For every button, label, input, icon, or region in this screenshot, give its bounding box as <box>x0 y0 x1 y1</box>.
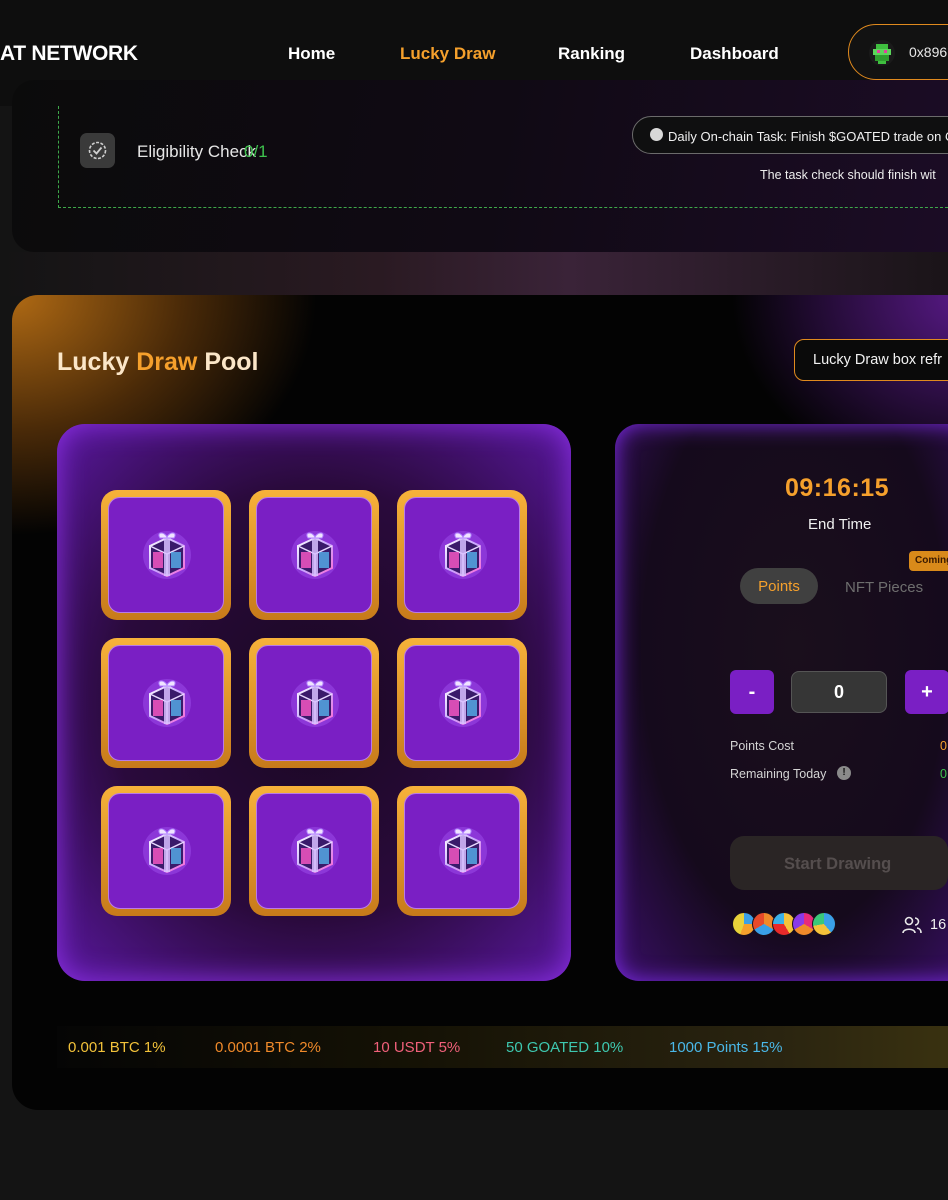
gift-tile[interactable] <box>101 638 231 768</box>
end-time-label: End Time <box>808 516 872 533</box>
prize-strip <box>57 1026 948 1068</box>
countdown-timer: 09:16:15 <box>785 474 890 502</box>
coming-soon-badge: Coming <box>909 551 948 571</box>
gift-tile-inner <box>404 793 520 909</box>
increment-button[interactable]: + <box>905 670 948 714</box>
draw-panel <box>615 424 948 981</box>
decrement-button[interactable]: - <box>730 670 774 714</box>
gift-box-icon <box>291 827 339 875</box>
gift-tile[interactable] <box>249 786 379 916</box>
brand-logo-text[interactable]: AT NETWORK <box>0 42 138 66</box>
gift-tile-inner <box>256 497 372 613</box>
gift-tile-inner <box>256 645 372 761</box>
gift-box-icon <box>439 827 487 875</box>
gift-tile[interactable] <box>101 786 231 916</box>
gift-box-icon <box>291 679 339 727</box>
prize-item: 0.0001 BTC 2% <box>215 1039 321 1056</box>
wallet-button[interactable]: 0x896 <box>848 24 948 80</box>
eligibility-label: Eligibility Check <box>137 142 257 161</box>
participants-count: 16 <box>930 917 947 933</box>
tab-nft-pieces[interactable]: NFT Pieces <box>845 579 923 596</box>
gift-tile-inner <box>108 497 224 613</box>
nav-ranking[interactable]: Ranking <box>558 44 625 64</box>
nav-home[interactable]: Home <box>288 44 335 64</box>
remaining-today-value: 0 <box>940 767 947 781</box>
pool-title: Lucky Draw Pool <box>57 348 258 377</box>
gift-tile[interactable] <box>397 638 527 768</box>
gift-tile[interactable] <box>101 490 231 620</box>
gift-box-icon <box>143 827 191 875</box>
gift-tile-inner <box>404 497 520 613</box>
gift-box-icon <box>439 531 487 579</box>
prize-item: 0.001 BTC 1% <box>68 1039 166 1056</box>
gift-tile-inner <box>108 793 224 909</box>
points-cost-label: Points Cost <box>730 739 794 753</box>
gift-tile-inner <box>256 793 372 909</box>
daily-task-text: Daily On-chain Task: Finish $GOATED trad… <box>668 129 948 144</box>
task-note-text: The task check should finish wit <box>760 168 936 182</box>
box-refresh-button[interactable]: Lucky Draw box refr <box>794 339 948 381</box>
points-cost-value: 0 <box>940 739 947 753</box>
start-drawing-button[interactable]: Start Drawing <box>730 836 948 890</box>
nav-dashboard[interactable]: Dashboard <box>690 44 779 64</box>
users-icon <box>902 916 922 934</box>
pool-title-word-3: Pool <box>204 348 259 376</box>
gift-tile[interactable] <box>249 638 379 768</box>
remaining-today-label: Remaining Today <box>730 767 827 781</box>
gift-tile[interactable] <box>397 490 527 620</box>
gift-box-icon <box>291 531 339 579</box>
participant-avatars <box>732 912 852 936</box>
info-icon[interactable]: ! <box>837 766 851 780</box>
eligibility-check-box <box>80 133 115 168</box>
tab-points[interactable]: Points <box>740 568 818 604</box>
shield-check-icon <box>88 141 107 160</box>
prize-item: 10 USDT 5% <box>373 1039 461 1056</box>
section-divider-glow <box>0 252 948 296</box>
gift-box-icon <box>143 531 191 579</box>
gift-box-icon <box>143 679 191 727</box>
prize-item: 50 GOATED 10% <box>506 1039 624 1056</box>
gift-tile[interactable] <box>249 490 379 620</box>
pool-title-word-1: Lucky <box>57 348 130 376</box>
wallet-address: 0x896 <box>909 44 948 60</box>
nav-lucky-draw[interactable]: Lucky Draw <box>400 44 495 64</box>
participant-avatar <box>812 912 836 936</box>
gift-box-icon <box>439 679 487 727</box>
quantity-input[interactable] <box>791 671 887 713</box>
pool-title-word-2: Draw <box>136 348 198 376</box>
gift-tile-inner <box>108 645 224 761</box>
gift-tile[interactable] <box>397 786 527 916</box>
pixel-avatar-icon <box>869 40 895 66</box>
gift-tile-inner <box>404 645 520 761</box>
task-check-icon <box>650 128 663 141</box>
eligibility-count: 0/1 <box>244 142 268 161</box>
prize-item: 1000 Points 15% <box>669 1039 783 1056</box>
